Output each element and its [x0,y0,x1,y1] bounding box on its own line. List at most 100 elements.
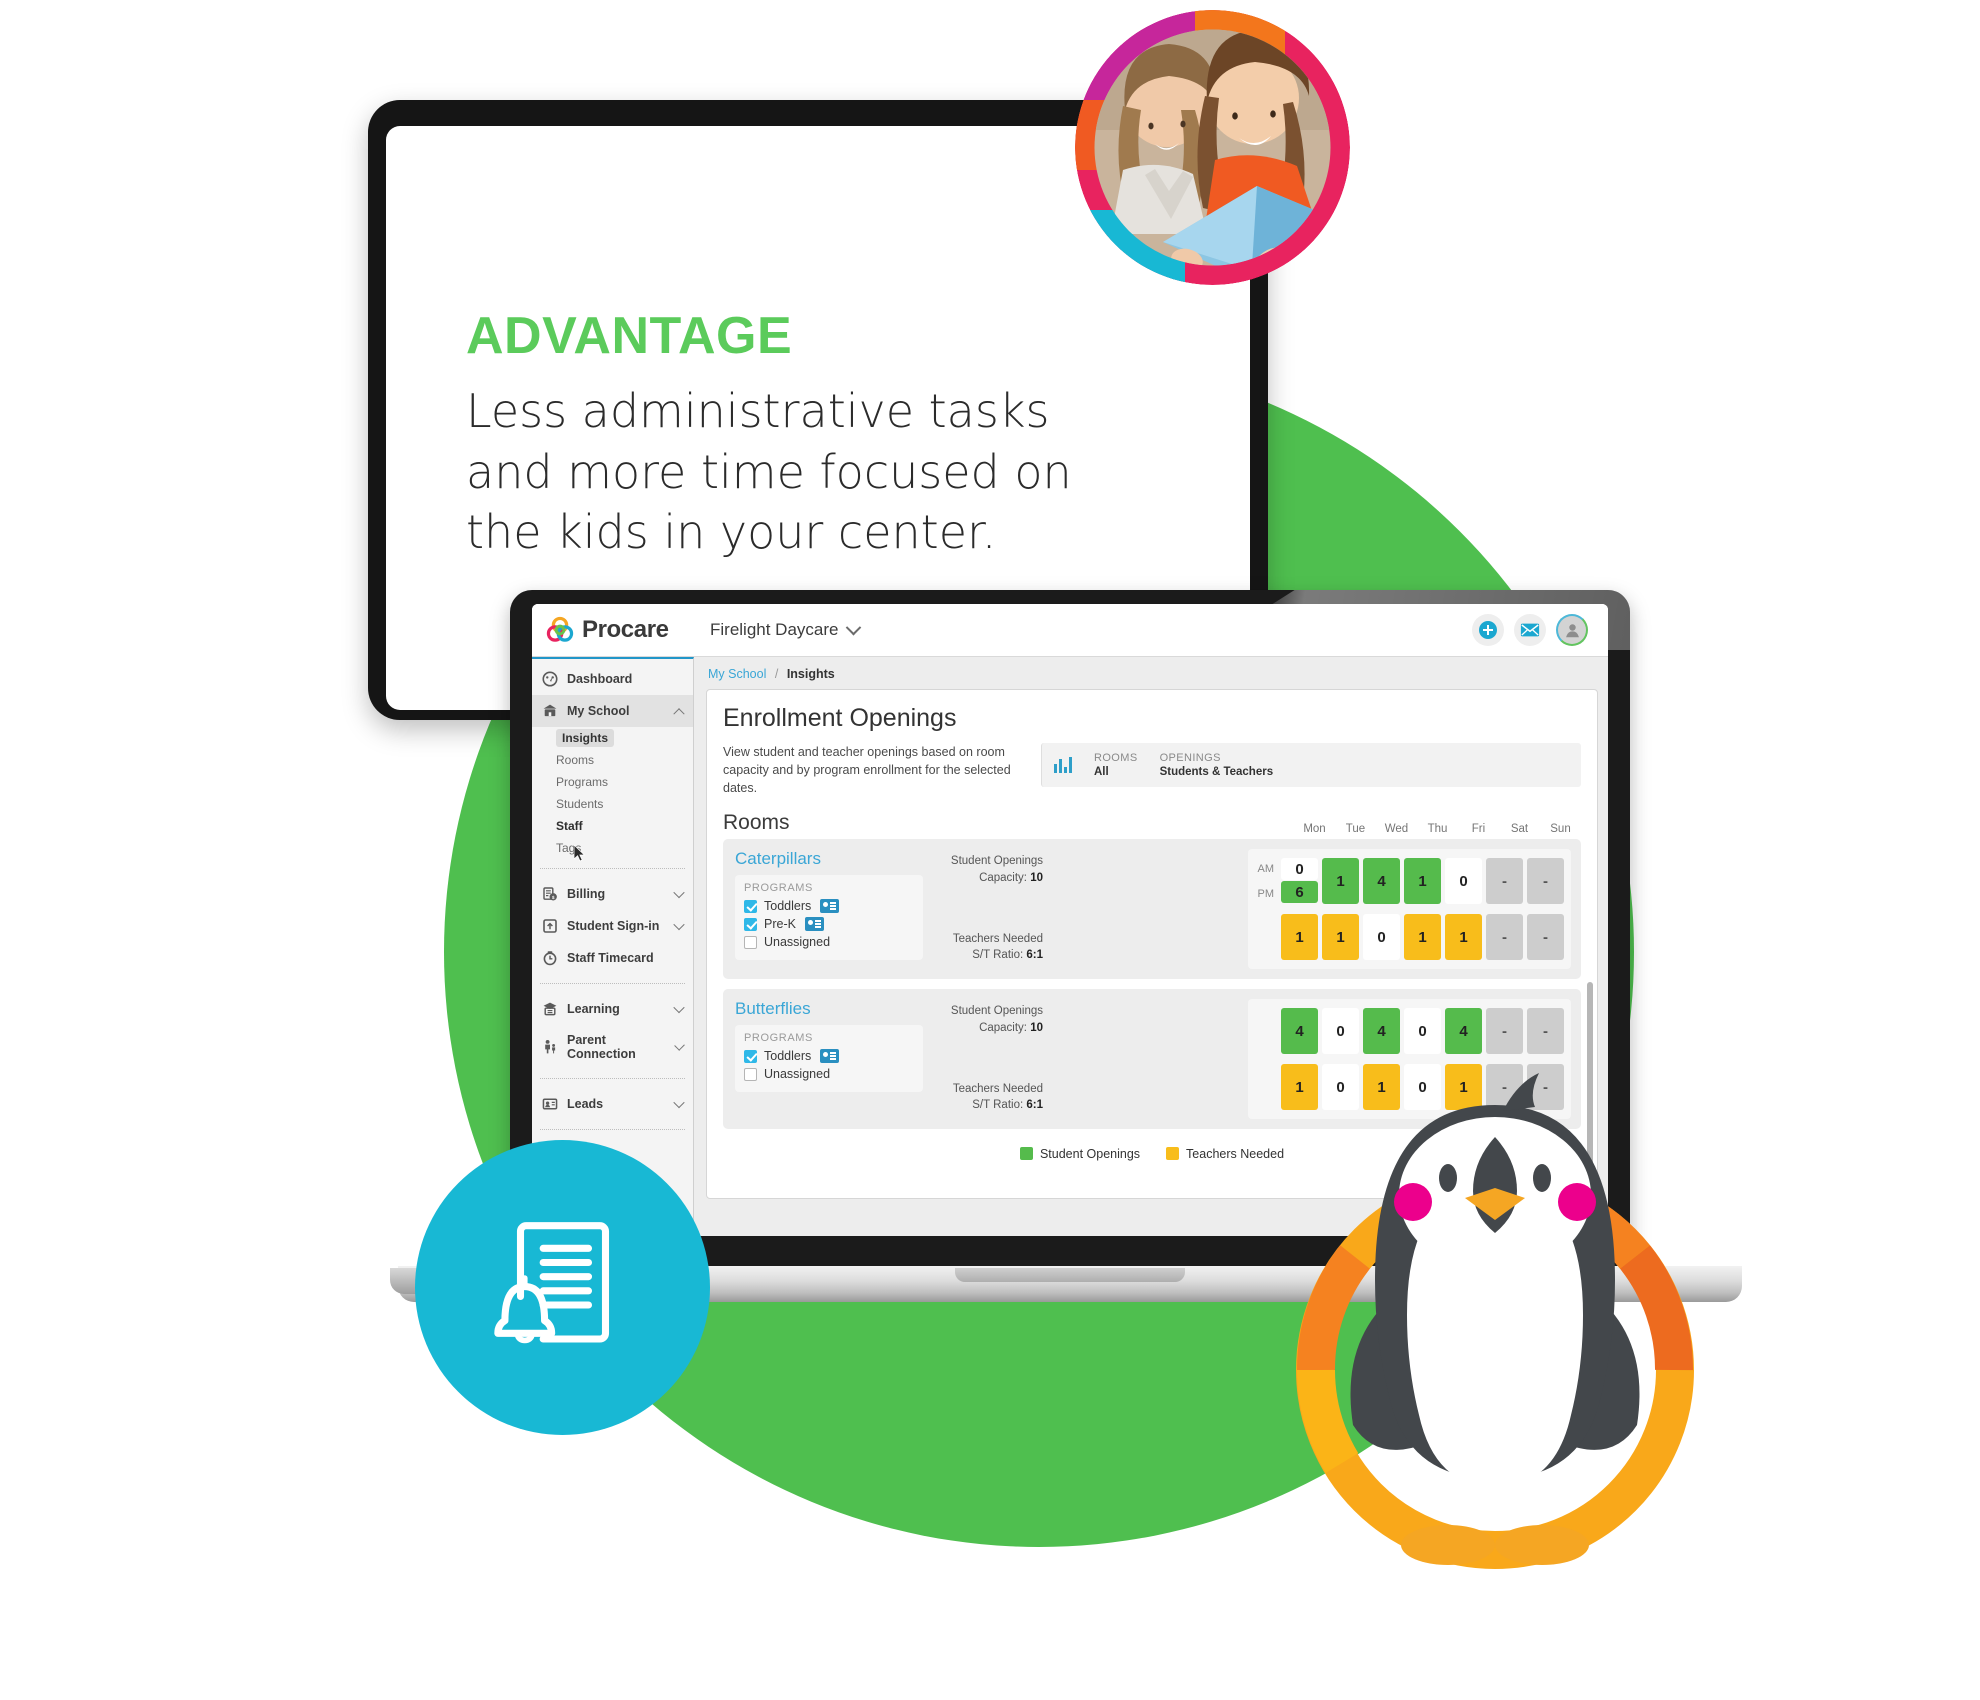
page-title: Enrollment Openings [723,704,957,732]
filter-strip[interactable]: ROOMS All OPENINGS Students & Teachers [1041,743,1581,787]
ratio-line: S/T Ratio: 6:1 [923,947,1043,964]
add-button[interactable] [1472,614,1504,646]
ratio-label: S/T Ratio: [972,949,1024,962]
sidebar-divider [540,868,685,869]
grid-cell-sun: - [1527,914,1564,961]
grid-cell-thu[interactable]: 1 [1404,858,1441,905]
promo-body: Less administrative tasks and more time … [466,384,1072,560]
sidebar-subitem-tags[interactable]: Tags [532,837,693,859]
day-label: Thu [1427,823,1448,836]
legend-label: Student Openings [1039,1147,1141,1162]
teachers-needed-row: 1 1 0 1 1 - - [1253,912,1566,962]
sidebar-divider [540,983,685,984]
day-header-row: Mon Tue Wed Thu Fri Sat Sun [1294,823,1581,835]
am-label: AM [1257,862,1275,875]
grid-cell-am[interactable]: 0 [1281,858,1318,881]
program-row[interactable]: Pre-K [744,917,914,932]
program-row[interactable]: Toddlers [744,899,914,914]
capacity-value: 10 [1030,1022,1043,1035]
ampm-column-spacer [1253,912,1279,962]
checkbox-checked-icon[interactable] [744,899,757,913]
program-row[interactable]: Unassigned [744,1067,914,1081]
sidebar-subitem-insights[interactable]: Insights [532,727,693,749]
sidebar-item-my-school[interactable]: My School [532,695,693,727]
grid-cell-thu[interactable]: 1 [1404,914,1441,961]
grid-cell-fri[interactable]: 0 [1445,858,1482,905]
sidebar-item-leads[interactable]: Leads [532,1088,693,1120]
chevron-down-icon [673,1001,685,1014]
document-bell-icon [493,1221,609,1343]
user-avatar-button[interactable] [1556,614,1588,646]
grid-cell-pm[interactable]: 6 [1281,881,1318,904]
sidebar-subitem-programs[interactable]: Programs [532,771,693,793]
sidebar-subitem-rooms[interactable]: Rooms [532,749,693,771]
checkbox-checked-icon[interactable] [744,1049,757,1063]
sidebar-item-label: Leads [567,1097,604,1111]
section-title: Rooms [723,811,790,835]
program-row[interactable]: Toddlers [744,1049,914,1064]
billing-icon: $ [542,886,558,902]
grid-cell-wed[interactable]: 4 [1363,858,1400,905]
grid-cell-wed[interactable]: 0 [1363,914,1400,961]
room-metrics: Student Openings Capacity: 10 Teachers N… [923,849,1043,964]
sidebar-item-parent-connection[interactable]: Parent Connection [532,1025,693,1069]
grid-cell-fri[interactable]: 1 [1445,914,1482,961]
checkbox-unchecked-icon[interactable] [744,1067,757,1081]
school-selector[interactable]: Firelight Daycare [710,619,861,640]
learning-icon [542,1001,558,1017]
day-label: Wed [1384,823,1409,836]
sidebar-item-label: Billing [567,887,606,901]
sidebar-subitem-staff[interactable]: Staff [532,815,693,837]
breadcrumb-current: Insights [786,667,835,681]
brand: Procare [546,616,686,644]
mail-button[interactable] [1514,614,1546,646]
ratio-label: S/T Ratio: [972,1099,1024,1112]
timecard-icon [542,950,558,966]
room-name[interactable]: Caterpillars [735,849,923,869]
student-openings-label: Student Openings [950,855,1043,868]
sidebar-item-staff-timecard[interactable]: Staff Timecard [532,942,693,974]
chevron-down-icon [673,1040,685,1051]
sidebar-item-label: Dashboard [567,672,633,686]
programs-header: PROGRAMS [744,882,813,895]
program-row[interactable]: Unassigned [744,935,914,949]
sidebar-item-learning[interactable]: Learning [532,993,693,1025]
room-name[interactable]: Butterflies [735,999,923,1019]
program-badge-icon [804,917,824,932]
room-card-caterpillars: Caterpillars PROGRAMS Toddlers Pre-K Una… [723,839,1581,980]
openings-grid: AM PM 0 6 1 4 1 0 - - 1 1 0 1 1 - - [1248,849,1571,970]
metrics-spacer [923,1037,1043,1081]
sidebar-subitem-students[interactable]: Students [532,793,693,815]
filter-openings[interactable]: OPENINGS Students & Teachers [1160,752,1274,778]
sidebar-subitem-label: Insights [556,729,615,747]
sidebar-item-dashboard[interactable]: Dashboard [532,663,693,695]
capacity-value: 10 [1030,872,1043,885]
penguin-mascot [1245,1045,1745,1625]
sidebar-item-student-sign-in[interactable]: Student Sign-in [532,910,693,942]
grid-cell-sun: - [1527,858,1564,905]
photo-ring-icon [1075,10,1350,285]
chevron-down-icon [673,918,685,931]
capacity-line: Capacity: 10 [923,1020,1043,1037]
breadcrumb-parent[interactable]: My School [708,667,766,681]
grid-cell-split-mon[interactable]: 0 6 [1281,858,1318,904]
grid-cell-sat: - [1486,914,1523,961]
program-label: Toddlers [764,899,812,914]
pm-label: PM [1257,887,1275,900]
grid-cell-tue[interactable]: 1 [1322,858,1359,905]
grid-cell-mon[interactable]: 1 [1281,914,1318,961]
checkbox-unchecked-icon[interactable] [744,935,757,949]
ratio-value: 6:1 [1026,1099,1043,1112]
sidebar-item-billing[interactable]: $ Billing [532,878,693,910]
grid-cell-tue[interactable]: 1 [1322,914,1359,961]
metrics-spacer [923,887,1043,931]
panel-header-row: View student and teacher openings based … [723,743,1581,797]
program-label: Unassigned [764,935,831,950]
day-label: Sun [1550,823,1571,836]
panel-header: Enrollment Openings View student and tea… [707,690,1597,797]
ratio-line: S/T Ratio: 6:1 [923,1097,1043,1114]
checkbox-checked-icon[interactable] [744,917,757,931]
grid-cell-sat: - [1486,858,1523,905]
filter-rooms[interactable]: ROOMS All [1094,752,1138,778]
sidebar-subitem-label: Students [556,797,604,811]
